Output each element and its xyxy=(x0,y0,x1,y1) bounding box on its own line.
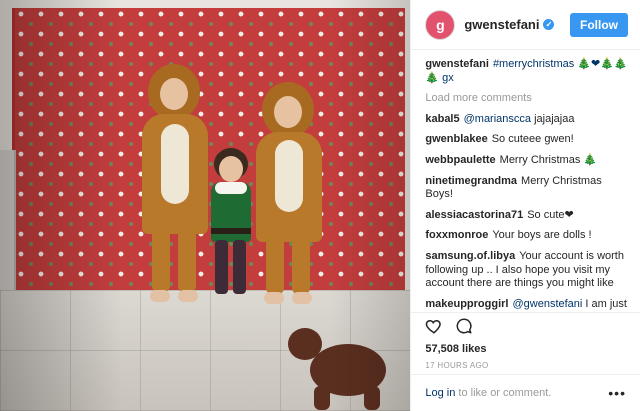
comment-username[interactable]: samsung.of.libya xyxy=(425,250,515,262)
comment-username[interactable]: gwenblakee xyxy=(425,133,487,145)
comment-username[interactable]: ninetimegrandma xyxy=(425,175,517,187)
comment-username[interactable]: makeupproggirl xyxy=(425,298,508,310)
caption-username[interactable]: gwenstefani xyxy=(425,58,489,70)
post-username[interactable]: gwenstefani xyxy=(464,17,539,32)
post-header: g gwenstefani ✓ Follow xyxy=(411,0,640,50)
post-footer: Log in to like or comment. ••• xyxy=(411,374,640,411)
verified-badge-icon: ✓ xyxy=(543,19,555,30)
comment-icon[interactable] xyxy=(455,317,473,340)
avatar[interactable]: g xyxy=(425,9,456,40)
heart-icon[interactable] xyxy=(425,317,443,340)
comment: ninetimegrandma Merry Christmas Boys! xyxy=(425,175,632,202)
avatar-initial: g xyxy=(436,16,445,33)
comment: gwenblakee So cuteee gwen! xyxy=(425,133,632,147)
likes-count[interactable]: 57,508 likes xyxy=(411,343,640,358)
instagram-post: g gwenstefani ✓ Follow gwenstefani #merry… xyxy=(0,0,640,411)
comment-username[interactable]: foxxmonroe xyxy=(425,229,488,241)
comment: foxxmonroe Your boys are dolls ! xyxy=(425,229,632,243)
post-timestamp: 17 HOURS AGO xyxy=(425,361,489,370)
load-more-comments-link[interactable]: Load more comments xyxy=(425,92,632,106)
follow-button[interactable]: Follow xyxy=(570,12,628,37)
comment-text: Merry Christmas 🎄 xyxy=(499,153,598,166)
post-actions xyxy=(411,312,640,343)
photo-vignette xyxy=(0,0,411,411)
comment-username[interactable]: webbpaulette xyxy=(425,154,495,166)
comment-text: So cuteee gwen! xyxy=(491,133,574,146)
comment: webbpaulette Merry Christmas 🎄 xyxy=(425,154,632,168)
comments-list[interactable]: gwenstefani #merrychristmas 🎄❤🎄🎄🎄 gx Load… xyxy=(411,50,640,312)
more-options-icon[interactable]: ••• xyxy=(608,385,626,401)
comment-text: Your boys are dolls ! xyxy=(492,229,592,242)
post-photo[interactable] xyxy=(0,0,411,411)
comment: samsung.of.libya Your account is worth fo… xyxy=(425,250,632,291)
comment-text: So cute❤ xyxy=(527,208,574,221)
comment: makeupproggirl@gwenstefani I am just so … xyxy=(425,298,632,312)
comment-username[interactable]: kabal5 xyxy=(425,113,459,125)
post-side-panel: g gwenstefani ✓ Follow gwenstefani #merry… xyxy=(410,0,640,411)
comment-text: jajajajaa xyxy=(531,112,575,125)
comment-mention[interactable]: @marianscca xyxy=(464,113,531,125)
comment: alessiacastorina71 So cute❤ xyxy=(425,209,632,223)
comment-mention[interactable]: @gwenstefani xyxy=(512,298,582,310)
login-link[interactable]: Log in xyxy=(425,387,455,399)
footer-text: to like or comment. xyxy=(455,387,552,399)
caption: gwenstefani #merrychristmas 🎄❤🎄🎄🎄 gx xyxy=(425,58,632,85)
comment-username[interactable]: alessiacastorina71 xyxy=(425,209,523,221)
comment: kabal5 @marianscca jajajajaa xyxy=(425,113,632,127)
